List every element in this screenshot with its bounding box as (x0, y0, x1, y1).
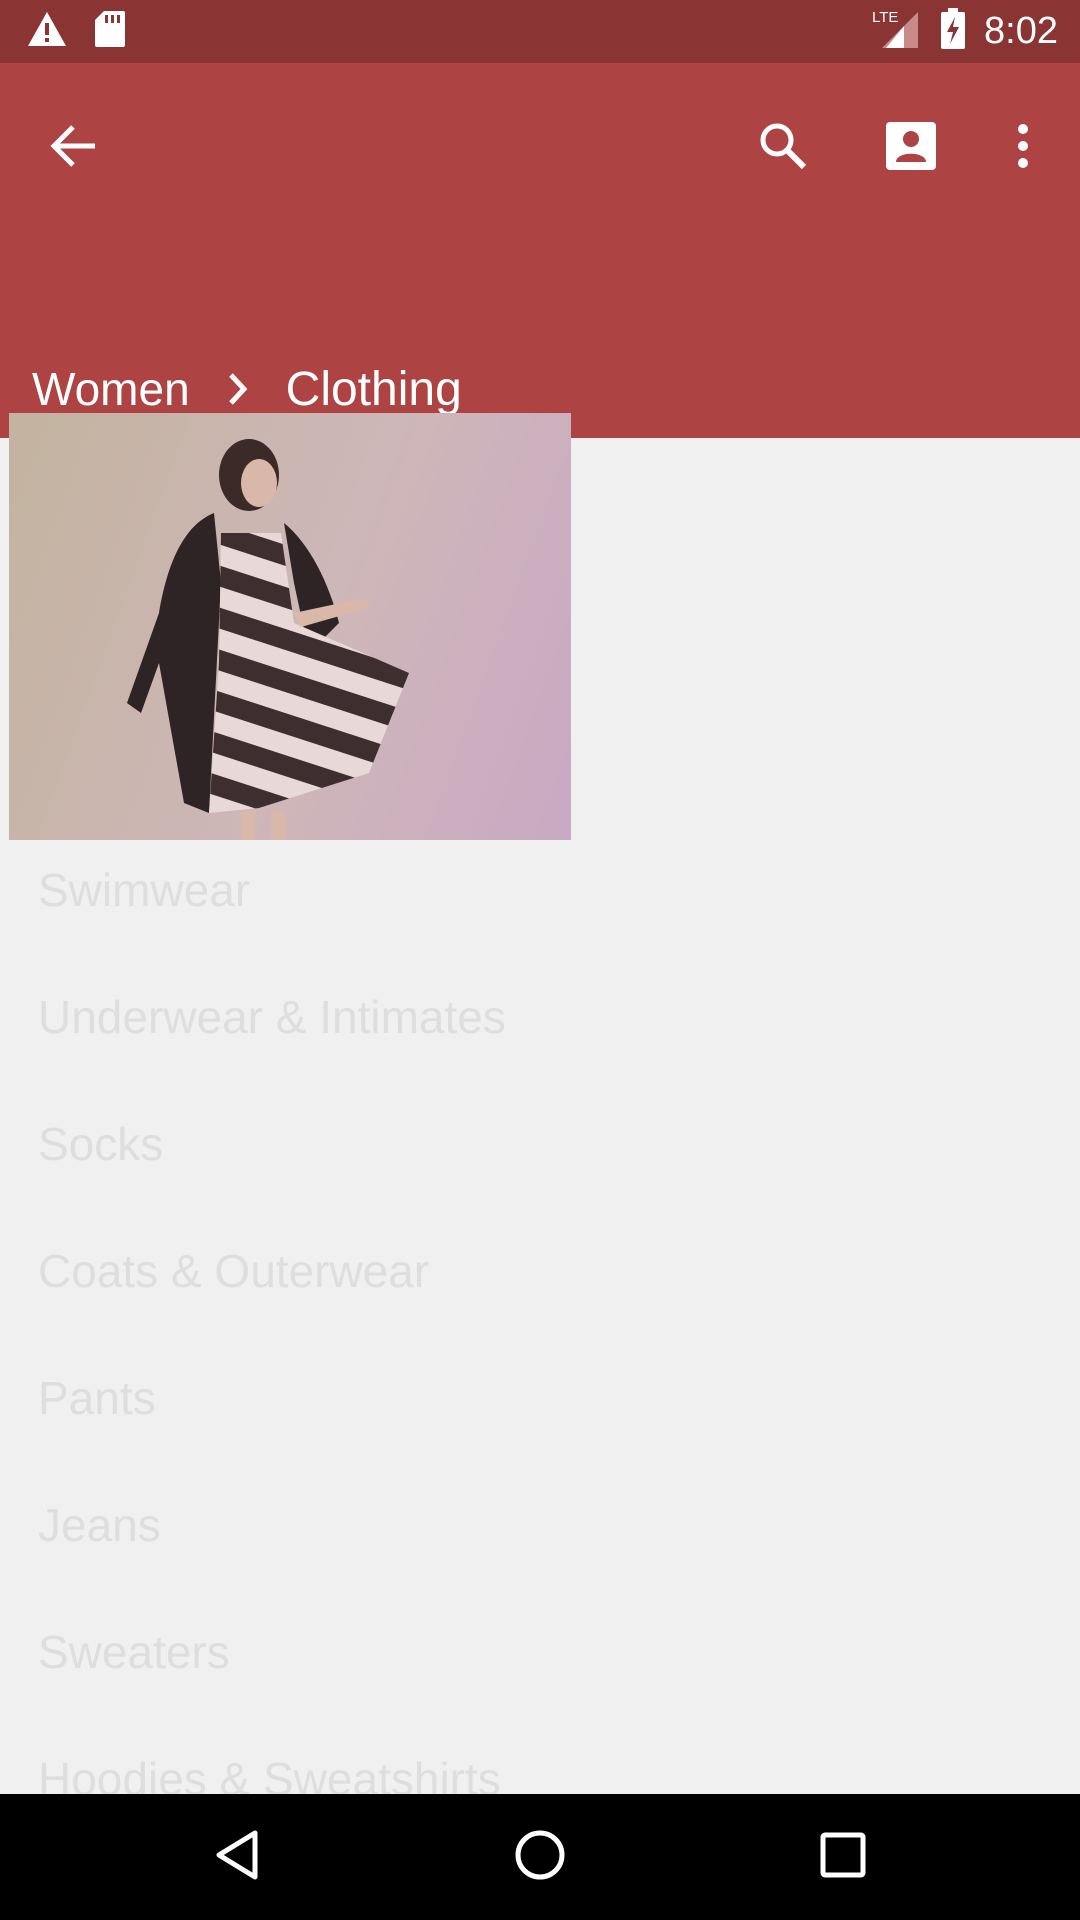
more-options-button[interactable] (978, 103, 1068, 193)
category-list: Swimwear Underwear & Intimates Socks Coa… (0, 840, 1080, 1856)
back-triangle-icon (214, 1829, 260, 1886)
search-icon (758, 121, 808, 176)
account-button[interactable] (866, 103, 956, 193)
status-bar: LTE 8:02 (0, 0, 1080, 63)
category-hero-image[interactable] (9, 413, 571, 840)
list-item[interactable]: Underwear & Intimates (0, 967, 1080, 1094)
system-nav-bar (0, 1794, 1080, 1920)
sd-card-icon (94, 10, 126, 53)
app-bar: Women Clothing (0, 63, 1080, 438)
woman-in-striped-dress-photo (127, 439, 409, 840)
breadcrumb-current: Clothing (285, 362, 462, 416)
chevron-right-icon (190, 372, 286, 406)
back-arrow-icon (49, 124, 97, 173)
list-item[interactable]: Swimwear (0, 840, 1080, 967)
clock: 8:02 (984, 10, 1058, 52)
battery-charging-icon (940, 7, 966, 55)
nav-home-button[interactable] (505, 1822, 575, 1892)
list-item[interactable]: Jeans (0, 1475, 1080, 1602)
home-circle-icon (514, 1829, 566, 1886)
list-item[interactable]: Coats & Outerwear (0, 1221, 1080, 1348)
list-item[interactable]: Sweaters (0, 1602, 1080, 1729)
nav-back-button[interactable] (202, 1822, 272, 1892)
warning-icon (26, 10, 68, 53)
svg-text:LTE: LTE (872, 9, 898, 26)
account-icon (886, 121, 936, 175)
nav-recents-button[interactable] (808, 1822, 878, 1892)
recents-square-icon (820, 1832, 866, 1883)
back-button[interactable] (28, 103, 118, 193)
breadcrumb-parent-link[interactable]: Women (32, 362, 190, 416)
list-item[interactable]: Pants (0, 1348, 1080, 1475)
more-vert-icon (1016, 123, 1030, 174)
search-button[interactable] (738, 103, 828, 193)
list-item[interactable]: Socks (0, 1094, 1080, 1221)
lte-signal-icon: LTE (872, 8, 922, 55)
